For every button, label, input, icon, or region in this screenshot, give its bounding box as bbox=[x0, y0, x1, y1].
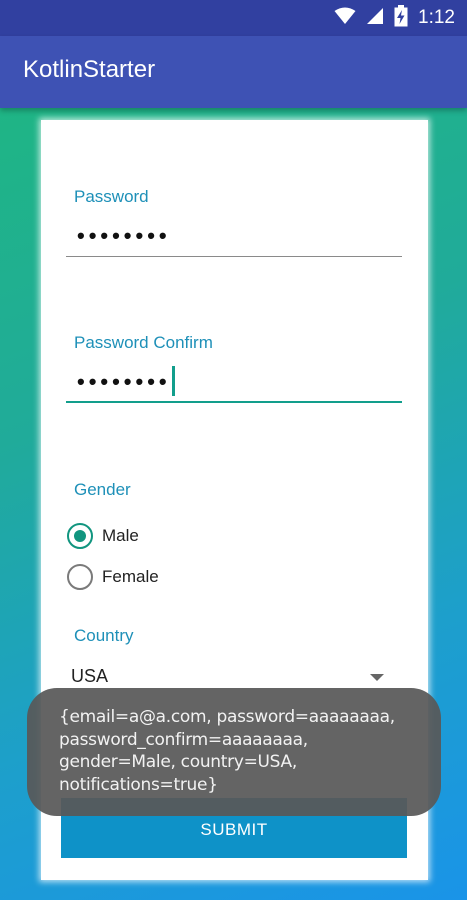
signal-icon bbox=[366, 7, 384, 30]
radio-male[interactable]: Male bbox=[67, 523, 139, 549]
password-value: •••••••• bbox=[77, 223, 171, 248]
text-cursor bbox=[171, 366, 175, 396]
app-title: KotlinStarter bbox=[23, 56, 156, 83]
password-underline bbox=[66, 256, 402, 257]
wifi-icon bbox=[334, 7, 356, 30]
radio-female[interactable]: Female bbox=[67, 564, 159, 590]
password-label: Password bbox=[74, 187, 149, 206]
password-confirm-label: Password Confirm bbox=[74, 333, 213, 352]
status-bar: 1:12 bbox=[0, 0, 467, 36]
password-field[interactable]: •••••••• bbox=[77, 223, 171, 249]
status-icons: 1:12 bbox=[334, 0, 455, 36]
password-confirm-underline bbox=[66, 401, 402, 403]
radio-male-label: Male bbox=[102, 526, 139, 545]
password-confirm-field[interactable]: •••••••• bbox=[77, 366, 175, 398]
dropdown-arrow-icon bbox=[370, 674, 384, 681]
country-value: USA bbox=[71, 666, 109, 686]
country-label: Country bbox=[74, 626, 134, 645]
app-bar: KotlinStarter bbox=[0, 36, 467, 108]
radio-female-label: Female bbox=[102, 567, 159, 586]
battery-charging-icon bbox=[394, 4, 408, 32]
radio-female-button[interactable] bbox=[67, 564, 93, 590]
password-confirm-value: •••••••• bbox=[77, 368, 171, 394]
radio-male-button[interactable] bbox=[67, 523, 93, 549]
gender-label: Gender bbox=[74, 480, 131, 499]
toast-message: {email=a@a.com, password=aaaaaaaa, passw… bbox=[27, 688, 441, 816]
status-time: 1:12 bbox=[418, 7, 455, 28]
